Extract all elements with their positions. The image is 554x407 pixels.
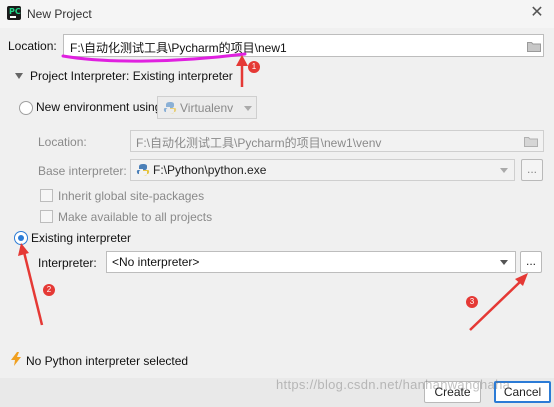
warning-text: No Python interpreter selected xyxy=(26,354,189,368)
watermark-text: https://blog.csdn.net/hanhanwanghaha xyxy=(276,377,511,392)
annotation-badge-3: 3 xyxy=(466,296,478,308)
annotation-badge-1: 1 xyxy=(248,61,260,73)
annotation-arrows xyxy=(18,55,528,331)
annotation-badge-2: 2 xyxy=(43,284,55,296)
lightning-warning-icon xyxy=(11,352,21,366)
